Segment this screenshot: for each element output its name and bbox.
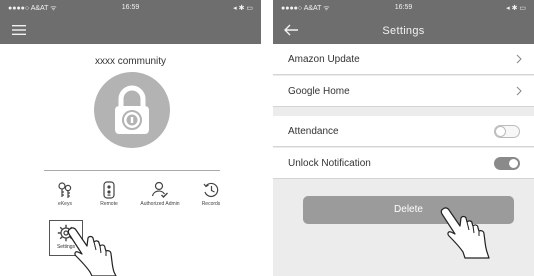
records-label: Records	[201, 201, 221, 207]
unlock-notification-row: Unlock Notification	[273, 148, 534, 179]
remote-label: Remote	[100, 201, 118, 207]
clock-text: 16:59	[394, 4, 413, 11]
ekeys-button[interactable]: eKeys	[45, 181, 85, 207]
authorized-admin-label: Authorized Admin	[140, 201, 180, 207]
divider	[44, 170, 220, 171]
attendance-toggle[interactable]	[494, 125, 520, 138]
chevron-right-icon	[516, 54, 522, 64]
page-title: Settings	[382, 25, 425, 37]
toggle-knob	[495, 126, 506, 137]
attendance-row: Attendance	[273, 116, 534, 147]
row-label: Attendance	[288, 126, 339, 137]
padlock-icon	[115, 85, 149, 134]
toggle-knob	[508, 158, 519, 169]
chevron-right-icon	[516, 86, 522, 96]
row-label: Unlock Notification	[288, 158, 371, 169]
status-indicators: ◂ ✱ ▭	[506, 5, 526, 12]
clock-text: 16:59	[121, 4, 140, 11]
settings-screen: ●●●●○ A&AT ᯤ 16:59 ◂ ✱ ▭ Settings Amazon…	[273, 0, 534, 276]
amazon-update-row[interactable]: Amazon Update	[273, 44, 534, 75]
records-button[interactable]: Records	[191, 181, 231, 207]
nav-bar: Settings	[273, 17, 534, 44]
remote-icon	[103, 181, 115, 199]
ekeys-label: eKeys	[58, 201, 72, 207]
pointing-hand-icon	[440, 207, 490, 259]
status-indicators: ◂ ✱ ▭	[233, 5, 253, 12]
pointing-hand-icon	[67, 227, 117, 276]
remote-button[interactable]: Remote	[89, 181, 129, 207]
lock-home-screen: ●●●●○ A&AT ᯤ 16:59 ◂ ✱ ▭ xxxx community …	[0, 0, 261, 276]
unlock-button[interactable]	[94, 72, 170, 148]
status-bar: ●●●●○ A&AT ᯤ 16:59 ◂ ✱ ▭	[273, 0, 534, 17]
authorized-admin-icon	[151, 181, 168, 198]
unlock-notification-toggle[interactable]	[494, 157, 520, 170]
hamburger-menu-icon[interactable]	[12, 24, 26, 36]
nav-bar	[0, 17, 261, 44]
row-label: Google Home	[288, 86, 350, 97]
community-name: xxxx community	[94, 56, 167, 67]
authorized-admin-button[interactable]: Authorized Admin	[140, 181, 180, 207]
records-icon	[203, 182, 219, 198]
status-bar: ●●●●○ A&AT ᯤ 16:59 ◂ ✱ ▭	[0, 0, 261, 17]
row-label: Amazon Update	[288, 54, 360, 65]
google-home-row[interactable]: Google Home	[273, 76, 534, 107]
ekeys-icon	[58, 182, 72, 198]
